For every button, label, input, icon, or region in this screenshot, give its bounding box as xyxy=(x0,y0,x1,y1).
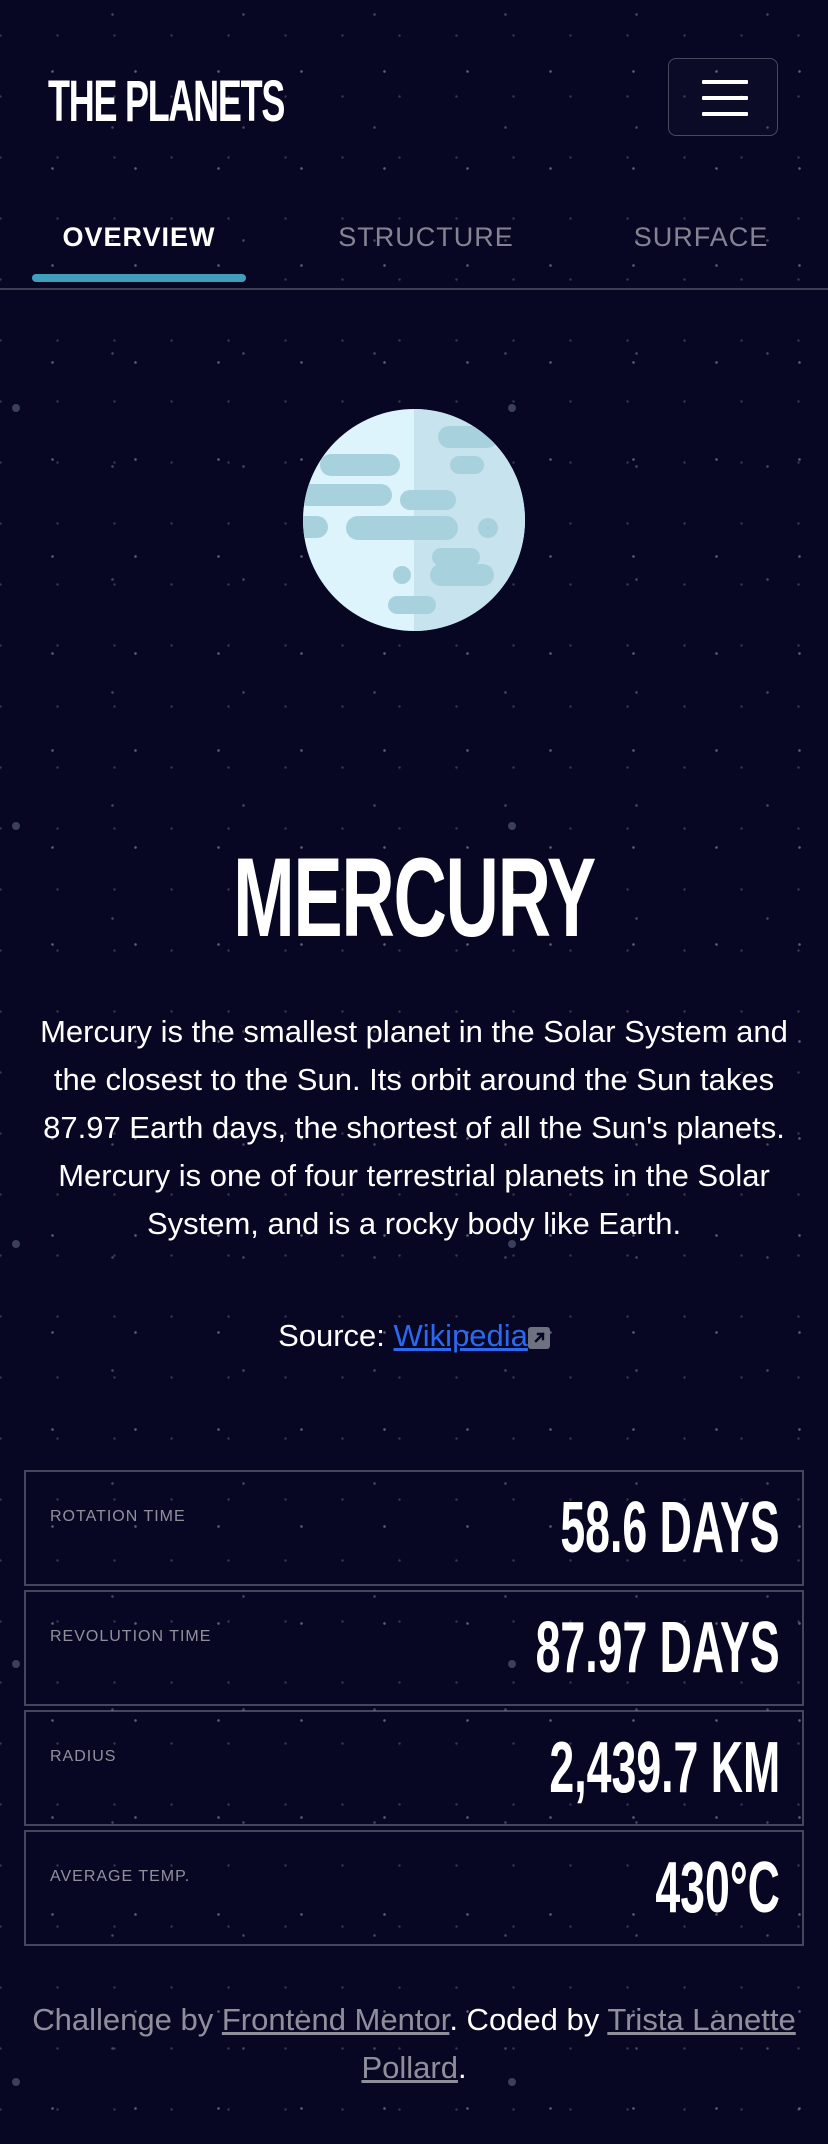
star-dot xyxy=(12,822,20,830)
stat-value: 430°C xyxy=(655,1848,780,1928)
stat-rotation-time: ROTATION TIME 58.6 DAYS xyxy=(24,1470,804,1586)
planet-name: MERCURY xyxy=(0,836,828,960)
planet-name-text: MERCURY xyxy=(233,835,596,960)
source-line: Source: Wikipedia xyxy=(0,1312,828,1360)
stat-value: 87.97 DAYS xyxy=(535,1608,780,1688)
planet-tabs: OVERVIEW STRUCTURE SURFACE xyxy=(0,200,828,290)
stat-radius: RADIUS 2,439.7 KM xyxy=(24,1710,804,1826)
mercury-planet-image xyxy=(302,408,526,632)
stat-value: 2,439.7 KM xyxy=(549,1728,780,1808)
stat-value: 58.6 DAYS xyxy=(560,1488,780,1568)
source-label: Source: xyxy=(278,1318,385,1353)
footer-period: . xyxy=(457,2050,467,2085)
frontend-mentor-link[interactable]: Frontend Mentor xyxy=(222,2002,449,2037)
external-link-icon[interactable] xyxy=(527,1327,550,1349)
stat-average-temp: AVERAGE TEMP. 430°C xyxy=(24,1830,804,1946)
star-dot xyxy=(12,404,20,412)
stat-label: AVERAGE TEMP. xyxy=(50,1868,191,1885)
tab-overview[interactable]: OVERVIEW xyxy=(32,220,246,282)
star-dot xyxy=(12,1660,20,1668)
stat-label: RADIUS xyxy=(50,1748,117,1765)
planet-stats: ROTATION TIME 58.6 DAYS REVOLUTION TIME … xyxy=(24,1470,804,1950)
stat-label: REVOLUTION TIME xyxy=(50,1628,212,1645)
stat-revolution-time: REVOLUTION TIME 87.97 DAYS xyxy=(24,1590,804,1706)
tab-label: OVERVIEW xyxy=(62,222,216,252)
stat-label: ROTATION TIME xyxy=(50,1508,186,1525)
site-header: THE PLANETS xyxy=(0,0,828,140)
coded-by-text: . Coded by xyxy=(449,2002,600,2037)
star-dot xyxy=(508,822,516,830)
tab-label: STRUCTURE xyxy=(338,222,514,252)
source-link[interactable]: Wikipedia xyxy=(394,1318,528,1353)
attribution-footer: Challenge by Frontend Mentor. Coded by T… xyxy=(0,1996,828,2092)
tab-surface[interactable]: SURFACE xyxy=(606,220,796,276)
active-tab-indicator xyxy=(32,274,246,282)
tab-label: SURFACE xyxy=(633,222,769,252)
planet-description: Mercury is the smallest planet in the So… xyxy=(40,1014,788,1241)
challenge-text: Challenge by xyxy=(32,2002,214,2037)
star-dot xyxy=(12,1240,20,1248)
site-logo[interactable]: THE PLANETS xyxy=(48,66,285,138)
hamburger-menu-button[interactable] xyxy=(668,58,778,136)
tab-structure[interactable]: STRUCTURE xyxy=(316,220,536,276)
